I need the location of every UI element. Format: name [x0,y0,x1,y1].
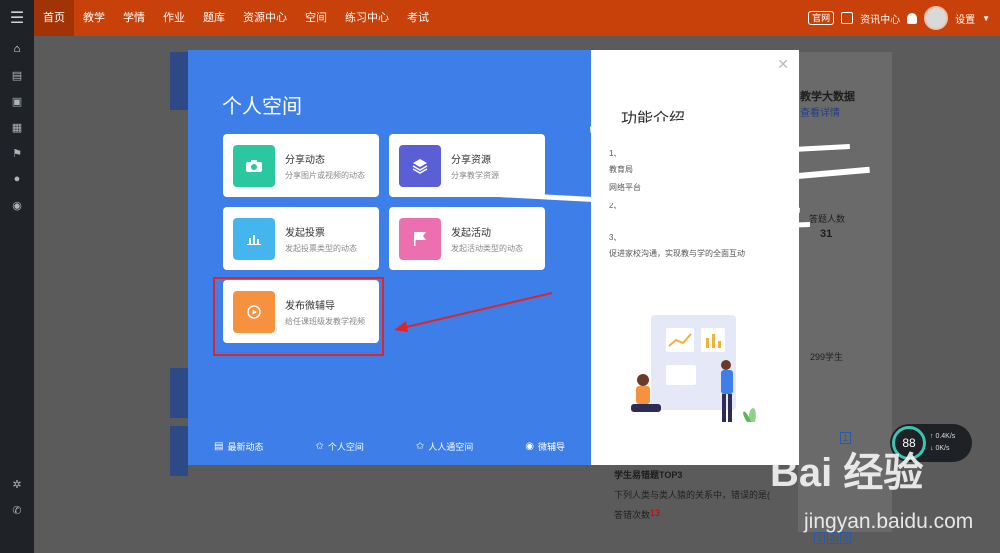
star-icon: ✩ [315,441,324,452]
top3-title: 学生易错题TOP3 [614,470,683,480]
highlight-box [213,277,384,356]
menu-icon[interactable]: ☰ [0,0,34,36]
latest-moments-link[interactable]: ▤ 最新动态 [214,440,263,453]
news-icon[interactable] [841,12,854,24]
upload-speed-value: 0.4K/s [935,433,956,440]
personal-space-link[interactable]: ✩ 个人空间 [315,440,363,453]
background-card [170,368,188,418]
card-desc: 发起活动类型的动态 [451,243,523,253]
big-data-title: 教学大数据 [800,91,855,103]
card-title: 分享动态 [285,154,325,166]
answer-count-value: 13 [650,508,661,518]
baidu-watermark: Bai 经验 jingyan.baidu.com [770,440,990,550]
watermark-url: jingyan.baidu.com [804,510,974,533]
gear-icon[interactable]: ✲ [0,471,34,497]
modal-left-pane: 个人空间 分享动态 分享图片或视频的动态 分享资源 分享教学资源 发起投票 发起… [188,50,591,465]
question-text: 下列人类与类人猿的关系中，错误的是( [614,490,770,500]
phone-icon[interactable]: ✆ [0,497,34,523]
user-icon[interactable]: ◉ [0,192,34,218]
building-icon[interactable]: ⚑ [0,140,34,166]
share-resource-card[interactable]: 分享资源 分享教学资源 [389,134,545,197]
nav-space[interactable]: 空间 [296,0,336,36]
personal-space-modal: 个人空间 分享动态 分享图片或视频的动态 分享资源 分享教学资源 发起投票 发起… [188,50,799,465]
avatar[interactable] [924,6,949,30]
briefcase-icon[interactable]: ▦ [0,114,34,140]
camera-icon [233,144,275,187]
card-desc: 分享图片或视频的动态 [285,170,365,180]
layers-icon [399,144,441,187]
nav-teaching[interactable]: 教学 [74,0,114,36]
share-moment-card[interactable]: 分享动态 分享图片或视频的动态 [223,134,379,197]
resource-center-link[interactable]: 资讯中心 [860,11,900,26]
micro-tutoring-link[interactable]: ◉ 微辅导 [525,440,565,453]
background-banner [170,52,188,110]
stat-value: 31 [820,228,833,240]
bottom-nav-label: 微辅导 [537,442,565,452]
bell-icon[interactable] [907,12,918,24]
card-title: 发起投票 [285,227,325,239]
modal-title: 个人空间 [222,96,302,118]
bottom-nav-label: 最新动态 [227,442,264,452]
home-icon[interactable]: ⌂ [0,36,34,62]
intro-line: 教育局 [609,165,633,174]
chevron-down-icon[interactable]: ▼ [982,14,990,23]
modal-bottom-nav: ▤ 最新动态 ✩ 个人空间 ✩ 人人通空间 ◉ 微辅导 [188,440,591,453]
intro-line: 网络平台 [609,183,641,192]
background-card [170,426,188,476]
nav-learning[interactable]: 学情 [114,0,154,36]
card-title: 分享资源 [451,154,491,166]
document-icon: ▤ [213,441,224,452]
nav-homework[interactable]: 作业 [154,0,194,36]
students-count: 299学生 [810,352,844,362]
play-circle-icon: ◉ [525,441,534,452]
modal-right-pane: ✕ 功能介绍 1、 教育局 网络平台 2、 3、 促进家校沟通，实现教与学的全面… [591,50,799,465]
official-site-button[interactable]: 官网 [808,11,835,25]
star-icon: ✩ [415,441,425,452]
intro-line: 3、 [609,233,622,242]
everyone-space-link[interactable]: ✩ 人人通空间 [416,440,473,453]
bottom-nav-label: 人人通空间 [428,442,474,452]
settings-link[interactable]: 设置 [955,11,975,26]
bell-icon[interactable]: ● [0,166,34,192]
card-title: 发起活动 [451,227,491,239]
nav-question-bank[interactable]: 题库 [194,0,234,36]
flag-icon [399,217,441,260]
top-right-tools: 官网 资讯中心 设置 ▼ [808,6,1000,30]
card-desc: 分享教学资源 [451,170,499,180]
top-navigation: ☰ 首页 教学 学情 作业 题库 资源中心 空间 练习中心 考试 官网 资讯中心… [0,0,1000,36]
stat-label: 答题人数 [809,214,846,224]
nav-exam[interactable]: 考试 [398,0,438,36]
bar-chart-icon [233,217,275,260]
left-sidebar: ⌂ ▤ ▣ ▦ ⚑ ● ◉ ✲ ✆ [0,36,34,553]
calendar-icon[interactable]: ▣ [0,88,34,114]
card-desc: 发起投票类型的动态 [285,243,357,253]
illustration-image [631,315,756,422]
nav-practice[interactable]: 练习中心 [336,0,398,36]
intro-line: 促进家校沟通，实现教与学的全面互动 [609,249,745,258]
close-icon[interactable]: ✕ [777,56,789,73]
nav-resource-center[interactable]: 资源中心 [234,0,296,36]
see-details-link[interactable]: 查看详情 [800,104,840,119]
bottom-nav-label: 个人空间 [327,442,364,452]
nav-home[interactable]: 首页 [34,0,74,36]
arrow-annotation [394,292,553,332]
answer-count-label: 答错次数 [614,510,651,520]
start-activity-card[interactable]: 发起活动 发起活动类型的动态 [389,207,545,270]
start-vote-card[interactable]: 发起投票 发起投票类型的动态 [223,207,379,270]
watermark-logo: Bai 经验 [770,451,924,495]
book-icon[interactable]: ▤ [0,62,34,88]
